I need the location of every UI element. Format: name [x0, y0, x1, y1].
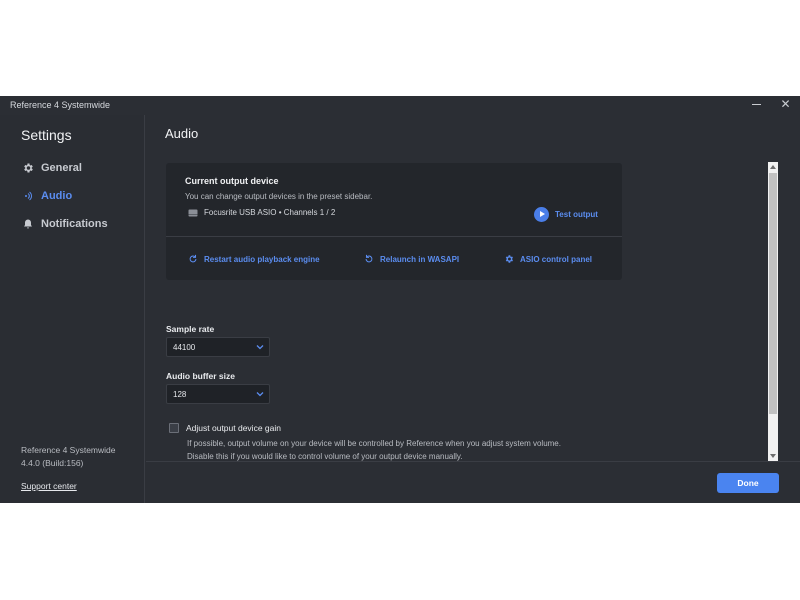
minimize-button[interactable] — [752, 98, 762, 110]
chevron-down-icon — [256, 343, 264, 351]
chevron-down-icon — [256, 390, 264, 398]
sidebar-item-notifications[interactable]: Notifications — [22, 216, 108, 232]
bell-icon — [22, 218, 34, 230]
done-button[interactable]: Done — [717, 473, 779, 493]
audio-wave-icon — [22, 190, 34, 202]
output-device-card: Current output device You can change out… — [166, 163, 622, 280]
sidebar-item-general[interactable]: General — [22, 160, 82, 176]
sidebar-item-label: General — [41, 162, 82, 174]
restart-engine-label: Restart audio playback engine — [204, 254, 320, 264]
vertical-scrollbar[interactable] — [768, 162, 778, 461]
scroll-up-icon[interactable] — [770, 165, 776, 169]
play-icon — [534, 207, 549, 222]
gear-icon — [22, 162, 34, 174]
app-window: Reference 4 Systemwide ✕ Settings Genera… — [0, 96, 800, 503]
sample-rate-label: Sample rate — [166, 324, 215, 334]
refresh-icon — [188, 254, 198, 264]
scroll-thumb[interactable] — [769, 173, 777, 414]
sidebar: Settings General Audio Notifications Ref… — [0, 115, 145, 503]
asio-control-panel-button[interactable]: ASIO control panel — [504, 254, 592, 264]
footer-divider — [146, 461, 800, 462]
relaunch-wasapi-button[interactable]: Relaunch in WASAPI — [364, 254, 459, 264]
device-name: Focusrite USB ASIO • Channels 1 / 2 — [204, 208, 336, 217]
sidebar-item-label: Notifications — [41, 218, 108, 230]
adjust-gain-label[interactable]: Adjust output device gain — [186, 423, 281, 433]
main-panel: Audio Current output device You can chan… — [146, 115, 800, 503]
sidebar-item-audio[interactable]: Audio — [22, 188, 72, 204]
device-icon — [188, 209, 198, 217]
card-divider — [166, 236, 622, 237]
card-title: Current output device — [185, 176, 279, 186]
page-title: Audio — [165, 126, 199, 141]
app-version: 4.4.0 (Build:156) — [21, 458, 84, 468]
gear-icon — [504, 254, 514, 264]
app-name: Reference 4 Systemwide — [21, 445, 116, 455]
sample-rate-select[interactable]: 44100 — [166, 337, 270, 357]
buffer-size-label: Audio buffer size — [166, 371, 235, 381]
sample-rate-value: 44100 — [173, 343, 196, 352]
buffer-size-select[interactable]: 128 — [166, 384, 270, 404]
sidebar-heading: Settings — [21, 127, 72, 143]
undo-icon — [364, 254, 374, 264]
adjust-gain-description: If possible, output volume on your devic… — [187, 439, 561, 448]
adjust-gain-description: Disable this if you would like to contro… — [187, 452, 463, 461]
close-button[interactable]: ✕ — [780, 98, 791, 110]
restart-engine-button[interactable]: Restart audio playback engine — [188, 254, 320, 264]
window-title: Reference 4 Systemwide — [10, 100, 111, 110]
card-description: You can change output devices in the pre… — [185, 192, 373, 201]
buffer-size-value: 128 — [173, 390, 187, 399]
current-device: Focusrite USB ASIO • Channels 1 / 2 — [188, 208, 335, 217]
adjust-gain-checkbox[interactable] — [169, 423, 179, 433]
test-output-label: Test output — [555, 210, 598, 219]
support-center-link[interactable]: Support center — [21, 481, 77, 491]
title-bar: Reference 4 Systemwide ✕ — [0, 96, 800, 115]
scroll-down-icon[interactable] — [770, 454, 776, 458]
relaunch-wasapi-label: Relaunch in WASAPI — [380, 254, 460, 264]
test-output-button[interactable]: Test output — [534, 207, 598, 222]
sidebar-item-label: Audio — [41, 190, 73, 202]
asio-control-panel-label: ASIO control panel — [520, 254, 593, 264]
